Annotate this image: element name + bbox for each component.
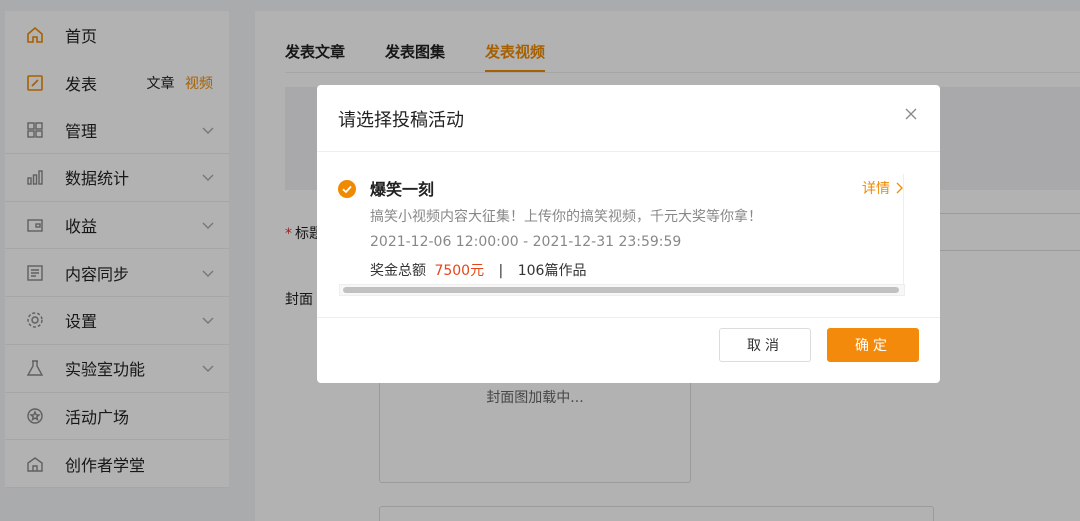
modal-title: 请选择投稿活动 (338, 110, 464, 131)
cancel-button[interactable]: 取消 (719, 328, 811, 362)
prize-label: 奖金总额 (370, 263, 426, 279)
activity-time-range: 2021-12-06 12:00:00 - 2021-12-31 23:59:5… (370, 234, 682, 250)
activity-select-modal: 请选择投稿活动 爆笑一刻 搞笑小视频内容大征集！上传你的搞笑视频，千元大奖等你拿… (317, 85, 940, 383)
modal-body: 爆笑一刻 搞笑小视频内容大征集！上传你的搞笑视频，千元大奖等你拿！ 2021-1… (317, 152, 940, 317)
activity-prize: 奖金总额 7500元 | 106篇作品 (370, 260, 586, 280)
activity-detail-link[interactable]: 详情 (862, 178, 903, 198)
works-count: 106篇作品 (517, 263, 587, 279)
prize-amount: 7500元 (434, 263, 485, 279)
activity-option[interactable]: 爆笑一刻 搞笑小视频内容大征集！上传你的搞笑视频，千元大奖等你拿！ 2021-1… (338, 174, 904, 294)
detail-label: 详情 (862, 181, 890, 197)
activity-name: 爆笑一刻 (370, 180, 435, 199)
scrollbar-thumb[interactable] (343, 287, 899, 293)
check-circle-icon[interactable] (338, 180, 356, 198)
confirm-button[interactable]: 确定 (827, 328, 919, 362)
activity-description: 搞笑小视频内容大征集！上传你的搞笑视频，千元大奖等你拿！ (370, 209, 762, 225)
close-icon[interactable] (904, 107, 918, 121)
chevron-right-icon (896, 182, 903, 194)
modal-footer: 取消 确定 (317, 317, 940, 383)
separator: | (498, 263, 504, 279)
modal-header: 请选择投稿活动 (317, 85, 940, 152)
horizontal-scrollbar[interactable] (339, 284, 905, 296)
